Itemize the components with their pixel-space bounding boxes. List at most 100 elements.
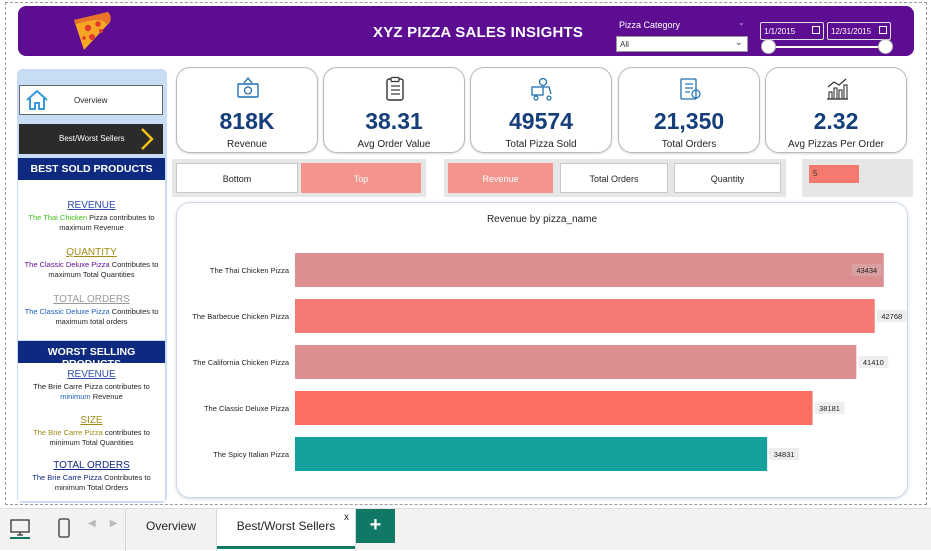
- worst-size-pizza: The Brie Carre Pizza: [33, 428, 103, 437]
- kpi-card-total-pizza-sold: 49574 Total Pizza Sold: [470, 67, 612, 153]
- active-tab-indicator: [217, 546, 355, 549]
- worst-size-block: SIZE The Brie Carre Pizza contributes to…: [18, 415, 165, 448]
- worst-revenue-text-a: The Brie Carre Pizza contributes to: [33, 382, 150, 391]
- clipboard-icon: [386, 76, 404, 101]
- dashboard-title: XYZ PIZZA SALES INSIGHTS: [373, 24, 584, 41]
- page-tab-bar: ◀▶ Overview Best/Worst Sellers x +: [0, 508, 931, 551]
- kpi-value: 38.31: [365, 108, 423, 134]
- calendar-icon[interactable]: [879, 26, 887, 34]
- worst-revenue-text-b: Revenue: [90, 392, 123, 401]
- kpi-card-revenue: 818K Revenue: [176, 67, 318, 153]
- category-label: The California Chicken Pizza: [193, 358, 290, 367]
- home-icon: [26, 89, 48, 110]
- best-revenue-block: REVENUE The Thai Chicken Pizza contribut…: [18, 200, 165, 233]
- kpi-value: 2.32: [813, 108, 859, 134]
- worst-selling-body: REVENUE The Brie Carre Pizza contributes…: [18, 363, 165, 501]
- kpi-label: Total Pizza Sold: [505, 139, 577, 150]
- best-worst-nav-label: Best/Worst Sellers: [59, 134, 125, 143]
- worst-revenue-highlight: minimum: [60, 392, 91, 401]
- best-quantity-pizza: The Classic Deluxe Pizza: [24, 260, 110, 269]
- overview-nav-button[interactable]: Overview: [19, 85, 163, 115]
- tab-best-worst-label: Best/Worst Sellers: [236, 519, 336, 533]
- quantity-button[interactable]: Quantity: [674, 163, 781, 193]
- header-banner: XYZ PIZZA SALES INSIGHTS Pizza Category …: [18, 6, 914, 56]
- best-sold-body: REVENUE The Thai Chicken Pizza contribut…: [18, 180, 165, 340]
- end-date-input[interactable]: 12/31/2015: [827, 22, 891, 40]
- topn-input[interactable]: 5: [809, 165, 859, 183]
- best-quantity-heading: QUANTITY: [66, 247, 117, 258]
- chevron-down-icon[interactable]: ⌄: [738, 18, 745, 27]
- bar[interactable]: [295, 345, 857, 379]
- end-date-value: 12/31/2015: [831, 27, 872, 36]
- kpi-value: 818K: [219, 108, 275, 134]
- data-label: 34831: [774, 450, 795, 459]
- worst-orders-block: TOTAL ORDERS The Brie Carre Pizza Contri…: [18, 460, 165, 493]
- bottom-top-toggle-group: Bottom Top: [172, 159, 426, 197]
- data-label: 43434: [856, 266, 877, 275]
- side-panel: Overview Best/Worst Sellers BEST SOLD PR…: [17, 69, 167, 503]
- metric-toggle-group: Revenue Total Orders Quantity: [444, 159, 786, 197]
- category-label: The Barbecue Chicken Pizza: [192, 312, 290, 321]
- add-page-button[interactable]: +: [356, 509, 395, 543]
- tab-best-worst-sellers[interactable]: Best/Worst Sellers: [216, 509, 356, 551]
- worst-orders-heading: TOTAL ORDERS: [53, 460, 130, 471]
- category-label: The Classic Deluxe Pizza: [204, 404, 290, 413]
- kpi-label: Total Orders: [661, 139, 717, 150]
- kpi-label: Revenue: [226, 139, 268, 150]
- data-label: 41410: [863, 358, 884, 367]
- date-range-slider[interactable]: [768, 46, 886, 48]
- total-orders-button[interactable]: Total Orders: [560, 163, 668, 193]
- desktop-view-icon[interactable]: [9, 517, 31, 539]
- kpi-value: 21,350: [653, 108, 725, 134]
- best-revenue-heading: REVENUE: [67, 200, 116, 211]
- worst-revenue-heading: REVENUE: [67, 369, 116, 380]
- category-label: The Thai Chicken Pizza: [210, 266, 290, 275]
- chevron-right-icon: [141, 128, 154, 150]
- best-orders-pizza: The Classic Deluxe Pizza: [24, 307, 110, 316]
- date-slider-end-handle[interactable]: [878, 39, 893, 54]
- kpi-value: 49574: [509, 108, 573, 134]
- worst-revenue-block: REVENUE The Brie Carre Pizza contributes…: [18, 369, 165, 402]
- pizza-logo-icon: [74, 12, 111, 50]
- kpi-card-total-orders: 21,350 Total Orders: [618, 67, 760, 153]
- bar[interactable]: [295, 299, 875, 333]
- worst-selling-heading: WORST SELLING PRODUCTS: [18, 341, 165, 370]
- bottom-button[interactable]: Bottom: [176, 163, 298, 193]
- revenue-by-pizza-chart: Revenue by pizza_name The Thai Chicken P…: [176, 202, 908, 498]
- pizza-category-label: Pizza Category: [619, 20, 681, 30]
- revenue-button[interactable]: Revenue: [448, 163, 553, 193]
- growth-chart-icon: [827, 78, 848, 100]
- date-slider-start-handle[interactable]: [761, 39, 776, 54]
- pizza-category-dropdown[interactable]: All ⌄: [616, 36, 748, 52]
- best-orders-block: TOTAL ORDERS The Classic Deluxe Pizza Co…: [18, 294, 165, 327]
- kpi-card-avg-pizzas-per-order: 2.32 Avg Pizzas Per Order: [765, 67, 907, 153]
- tab-overview[interactable]: Overview: [125, 509, 216, 551]
- bar[interactable]: [295, 253, 884, 287]
- kpi-label: Avg Order Value: [357, 139, 431, 150]
- money-icon: [237, 76, 259, 98]
- best-quantity-block: QUANTITY The Classic Deluxe Pizza Contri…: [18, 247, 165, 280]
- bar[interactable]: [295, 391, 813, 425]
- overview-nav-label: Overview: [74, 96, 108, 105]
- kpi-label: Avg Pizzas Per Order: [788, 139, 884, 150]
- data-label: 42768: [881, 312, 902, 321]
- chevron-down-icon: ⌄: [734, 37, 743, 48]
- start-date-input[interactable]: 1/1/2015: [760, 22, 824, 40]
- bar-chart-svg: The Thai Chicken Pizza 43434 The Barbecue …: [192, 253, 907, 471]
- best-revenue-pizza: The Thai Chicken: [28, 213, 88, 222]
- bar[interactable]: [295, 437, 768, 471]
- top-button[interactable]: Top: [301, 163, 421, 193]
- worst-size-heading: SIZE: [80, 415, 103, 426]
- order-list-icon: [680, 78, 701, 100]
- close-tab-icon[interactable]: x: [344, 512, 349, 523]
- best-worst-nav-button[interactable]: Best/Worst Sellers: [19, 124, 163, 154]
- mobile-view-icon[interactable]: [55, 517, 73, 539]
- calendar-icon[interactable]: [812, 26, 820, 34]
- category-label: The Spicy Italian Pizza: [213, 450, 290, 459]
- pizza-category-value: All: [620, 40, 629, 49]
- best-sold-heading: BEST SOLD PRODUCTS: [18, 158, 165, 180]
- worst-orders-pizza: The Brie Carre Pizza: [32, 473, 102, 482]
- best-orders-heading: TOTAL ORDERS: [53, 294, 130, 305]
- start-date-value: 1/1/2015: [764, 27, 796, 36]
- delivery-person-icon: [531, 77, 552, 101]
